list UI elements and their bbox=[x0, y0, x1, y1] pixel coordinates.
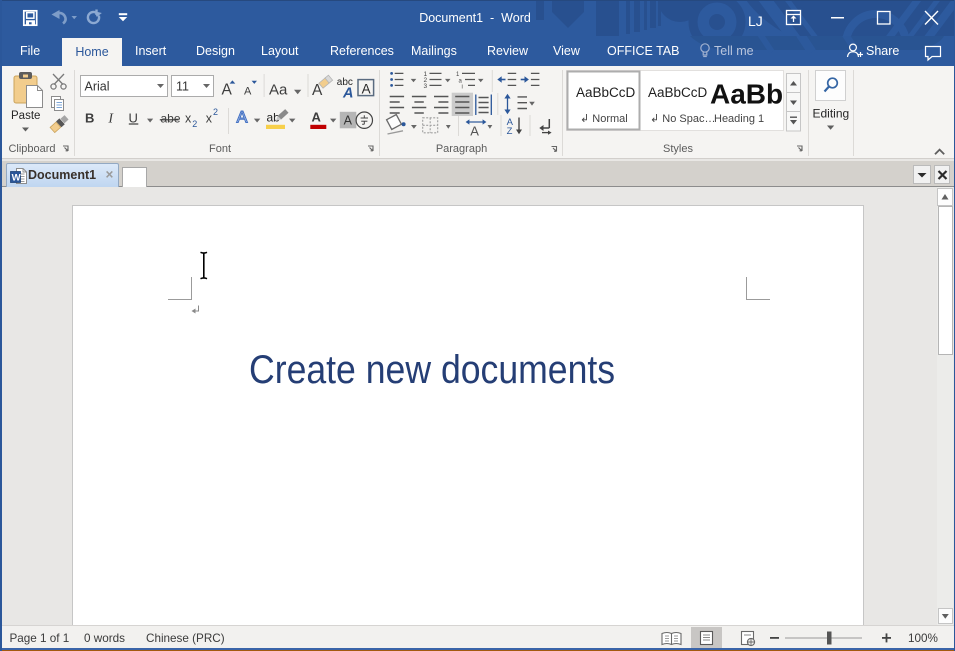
svg-text:LJ: LJ bbox=[748, 13, 763, 29]
svg-text:Heading 1: Heading 1 bbox=[714, 113, 764, 125]
svg-text:abe: abe bbox=[161, 111, 181, 125]
svg-text:A: A bbox=[222, 82, 233, 99]
svg-text:1: 1 bbox=[456, 72, 460, 78]
svg-text:Paste: Paste bbox=[11, 110, 40, 122]
svg-text:Arial: Arial bbox=[85, 80, 110, 94]
svg-text:A: A bbox=[470, 124, 479, 139]
svg-text:AaBb: AaBb bbox=[710, 79, 783, 110]
svg-text:AaBbCcD: AaBbCcD bbox=[576, 85, 636, 100]
svg-text:I: I bbox=[107, 112, 114, 127]
svg-text:↲ No Spac…: ↲ No Spac… bbox=[650, 113, 715, 125]
svg-text:x: x bbox=[206, 112, 213, 126]
svg-text:AaBbCcD: AaBbCcD bbox=[648, 85, 708, 100]
svg-text:Z: Z bbox=[507, 126, 513, 137]
svg-text:B: B bbox=[85, 111, 94, 126]
svg-text:A: A bbox=[362, 82, 371, 97]
svg-text:x: x bbox=[185, 112, 192, 126]
svg-text:A: A bbox=[244, 86, 252, 98]
svg-text:3: 3 bbox=[424, 83, 428, 90]
svg-text:A: A bbox=[344, 114, 353, 128]
svg-text:A: A bbox=[342, 86, 353, 102]
svg-text:A: A bbox=[312, 110, 322, 125]
svg-text:2: 2 bbox=[213, 107, 218, 117]
svg-text:11: 11 bbox=[176, 80, 189, 94]
svg-text:2: 2 bbox=[192, 119, 197, 129]
svg-text:Editing: Editing bbox=[813, 107, 850, 121]
svg-text:↲ Normal: ↲ Normal bbox=[580, 113, 628, 125]
svg-text:i: i bbox=[462, 85, 463, 91]
svg-text:Aa: Aa bbox=[269, 82, 288, 99]
svg-text:W: W bbox=[12, 173, 21, 184]
svg-text:A: A bbox=[237, 109, 248, 127]
